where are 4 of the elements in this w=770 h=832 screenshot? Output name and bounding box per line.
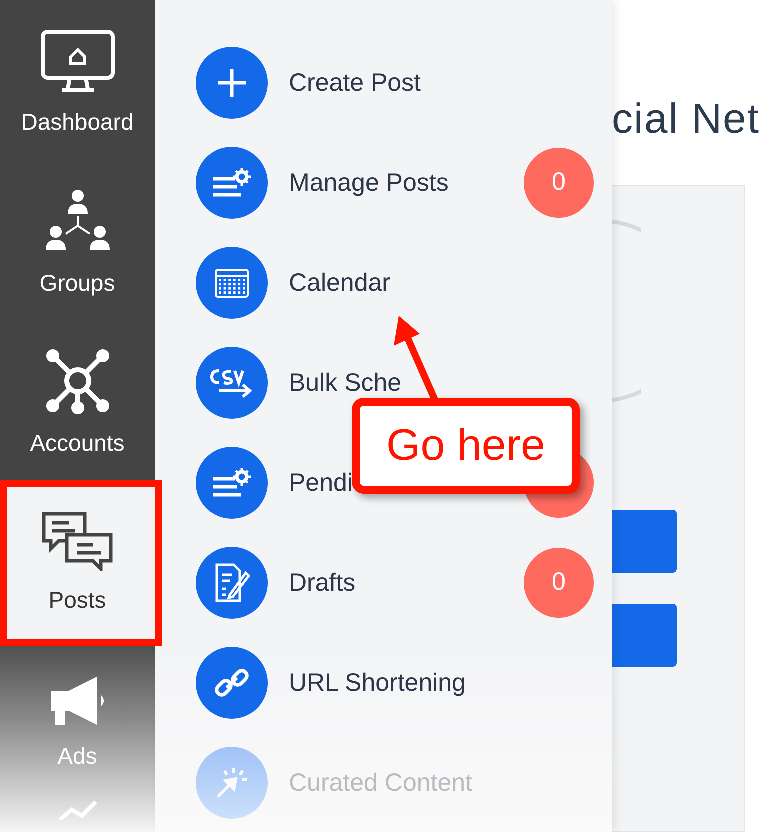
page-heading: cial Net: [612, 98, 762, 140]
callout-tooltip: Go here: [352, 398, 580, 494]
count-badge: 0: [524, 548, 594, 618]
count-badge: 0: [524, 148, 594, 218]
